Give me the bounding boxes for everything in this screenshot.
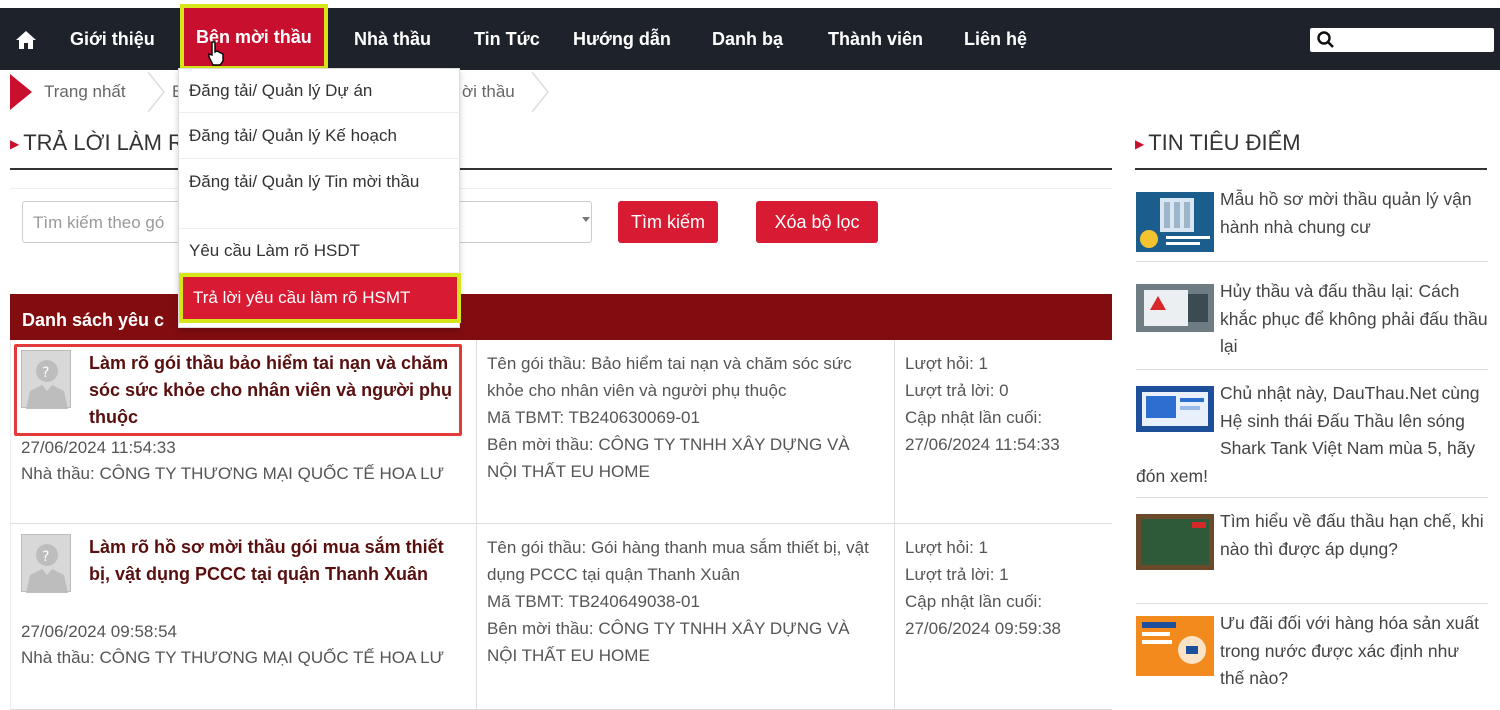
search-button[interactable]: Tìm kiếm xyxy=(618,201,718,243)
news-item[interactable]: Hủy thầu và đấu thầu lại: Cách khắc phục… xyxy=(1136,278,1488,370)
package-name: Tên gói thầu: Bảo hiểm tai nạn và chăm s… xyxy=(487,354,852,400)
breadcrumb-separator-icon xyxy=(531,71,550,113)
contractor-name: Nhà thầu: CÔNG TY THƯƠNG MẠI QUỐC TẾ HOA… xyxy=(21,464,445,483)
request-title-link[interactable]: Làm rõ hồ sơ mời thầu gói mua sắm thiết … xyxy=(89,534,461,588)
nav-nha-thau[interactable]: Nhà thầu xyxy=(354,8,431,70)
question-count: Lượt hỏi: 1 xyxy=(905,354,989,373)
news-item[interactable]: Mẫu hồ sơ mời thầu quản lý vận hành nhà … xyxy=(1136,186,1488,262)
breadcrumb-item-3[interactable]: ời thầu xyxy=(462,72,515,112)
stats-cell: Lượt hỏi: 1 Lượt trả lời: 1 Cập nhật lần… xyxy=(895,524,1113,709)
stats-cell: Lượt hỏi: 1 Lượt trả lời: 0 Cập nhật lần… xyxy=(895,340,1113,523)
news-item[interactable]: Ưu đãi đối với hàng hóa sản xuất trong n… xyxy=(1136,610,1488,710)
nav-gioi-thieu[interactable]: Giới thiệu xyxy=(70,8,155,70)
package-owner: Bên mời thầu: CÔNG TY TNHH XÂY DỰNG VÀ N… xyxy=(487,619,850,665)
menu-item-tra-loi-hsmt[interactable]: Trả lời yêu cầu làm rõ HSMT xyxy=(179,273,461,323)
updated-time: 27/06/2024 09:59:38 xyxy=(905,619,1061,638)
news-item[interactable]: Tìm hiểu về đấu thầu hạn chế, khi nào th… xyxy=(1136,508,1488,604)
svg-text:?: ? xyxy=(42,549,49,565)
news-thumbnail xyxy=(1136,616,1214,676)
nav-huong-dan[interactable]: Hướng dẫn xyxy=(573,8,671,70)
contractor-name: Nhà thầu: CÔNG TY THƯƠNG MẠI QUỐC TẾ HOA… xyxy=(21,648,445,667)
answer-count: Lượt trả lời: 0 xyxy=(905,381,1009,400)
package-code: Mã TBMT: TB240649038-01 xyxy=(487,592,700,611)
updated-time: 27/06/2024 11:54:33 xyxy=(905,435,1060,454)
request-date: 27/06/2024 09:58:54 xyxy=(21,622,177,641)
news-item[interactable]: Chủ nhật này, DauThau.Net cùng Hệ sinh t… xyxy=(1136,380,1488,498)
page-title: ▶ TRẢ LỜI LÀM R xyxy=(10,130,184,155)
menu-item-tin-moi-thau[interactable]: Đăng tải/ Quản lý Tin mời thầu xyxy=(179,159,461,229)
nav-tin-tuc[interactable]: Tin Tức xyxy=(474,8,540,70)
ben-moi-thau-dropdown: Đăng tải/ Quản lý Dự án Đăng tải/ Quản l… xyxy=(178,68,461,328)
sidebar-title-text: TIN TIÊU ĐIỂM xyxy=(1148,130,1301,155)
nav-thanh-vien[interactable]: Thành viên xyxy=(828,8,923,70)
search-icon[interactable] xyxy=(1316,30,1336,50)
menu-item-lam-ro-hsdt[interactable]: Yêu cầu Làm rõ HSDT xyxy=(179,229,461,273)
package-code: Mã TBMT: TB240630069-01 xyxy=(487,408,700,427)
package-cell: Tên gói thầu: Gói hàng thanh mua sắm thi… xyxy=(477,524,895,709)
package-cell: Tên gói thầu: Bảo hiểm tai nạn và chăm s… xyxy=(477,340,895,523)
mouse-cursor-icon xyxy=(206,40,226,66)
menu-item-ke-hoach[interactable]: Đăng tải/ Quản lý Kế hoạch xyxy=(179,113,461,159)
menu-item-du-an[interactable]: Đăng tải/ Quản lý Dự án xyxy=(179,69,461,113)
updated-label: Cập nhật lần cuối: xyxy=(905,592,1043,611)
news-thumbnail xyxy=(1136,192,1214,252)
breadcrumb-arrow-icon xyxy=(10,74,32,110)
news-thumbnail xyxy=(1136,386,1214,446)
nav-danh-ba[interactable]: Danh bạ xyxy=(712,8,783,70)
title-divider xyxy=(10,168,1112,170)
home-icon[interactable] xyxy=(12,28,40,52)
request-cell: ? Làm rõ hồ sơ mời thầu gói mua sắm thiế… xyxy=(11,524,477,709)
news-thumbnail xyxy=(1136,284,1214,344)
answer-count: Lượt trả lời: 1 xyxy=(905,565,1009,584)
sidebar-title: ▶ TIN TIÊU ĐIỂM xyxy=(1135,130,1301,155)
list-header: Danh sách yêu c xyxy=(10,294,1112,340)
breadcrumb-separator-icon xyxy=(147,71,166,113)
chevron-down-icon[interactable] xyxy=(582,217,590,222)
package-name: Tên gói thầu: Gói hàng thanh mua sắm thi… xyxy=(487,538,869,584)
request-date: 27/06/2024 11:54:33 xyxy=(21,438,176,457)
filter-bar: Tìm kiếm theo gó Tìm kiếm Xóa bộ lọc xyxy=(10,188,1112,278)
nav-lien-he[interactable]: Liên hệ xyxy=(964,8,1027,70)
avatar: ? xyxy=(21,534,71,593)
clear-filter-button[interactable]: Xóa bộ lọc xyxy=(756,201,878,243)
table-row: ? Làm rõ hồ sơ mời thầu gói mua sắm thiế… xyxy=(10,524,1112,710)
news-thumbnail xyxy=(1136,514,1214,574)
search-input[interactable] xyxy=(1310,28,1494,52)
breadcrumb-home[interactable]: Trang nhất xyxy=(44,72,126,112)
page-title-text: TRẢ LỜI LÀM R xyxy=(23,130,184,155)
updated-label: Cập nhật lần cuối: xyxy=(905,408,1043,427)
sidebar-divider xyxy=(1135,168,1487,170)
nav-ben-moi-thau[interactable]: Bên mời thầu xyxy=(180,4,328,70)
top-header: Giới thiệu Bên mời thầu Nhà thầu Tin Tức… xyxy=(0,0,1500,70)
highlight-frame xyxy=(14,344,462,436)
package-owner: Bên mời thầu: CÔNG TY TNHH XÂY DỰNG VÀ N… xyxy=(487,435,850,481)
question-count: Lượt hỏi: 1 xyxy=(905,538,989,557)
